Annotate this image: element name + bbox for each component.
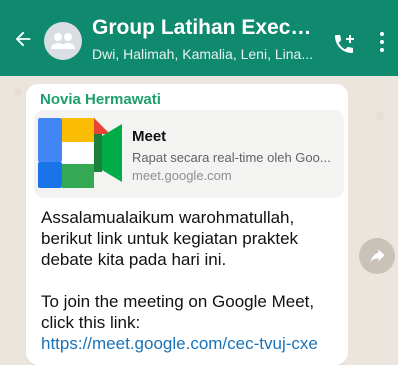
link-preview-card[interactable]: Meet Rapat secara real-time oleh Goo... … <box>34 110 344 198</box>
forward-button[interactable] <box>359 238 395 274</box>
preview-description: Rapat secara real-time oleh Goo... <box>132 150 331 165</box>
message-sender: Novia Hermawati <box>40 91 161 108</box>
group-members[interactable]: Dwi, Halimah, Kamalia, Leni, Lina... <box>92 46 322 62</box>
group-title[interactable]: Group Latihan Executive <box>92 16 322 40</box>
back-arrow-icon[interactable] <box>12 28 34 50</box>
group-avatar-icon[interactable] <box>44 22 82 60</box>
meeting-link[interactable]: https://meet.google.com/cec-tvuj-cxe <box>41 333 346 354</box>
preview-domain: meet.google.com <box>132 168 232 183</box>
message-line: Assalamualaikum warohmatullah, <box>41 208 295 227</box>
message-text: Assalamualaikum warohmatullah, berikut l… <box>41 207 346 354</box>
google-meet-logo <box>38 118 122 188</box>
message-line: To join the meeting on Google Meet, <box>41 292 315 311</box>
message-line: debate kita pada hari ini. <box>41 250 227 269</box>
message-line: berikut link untuk kegiatan praktek <box>41 229 299 248</box>
more-menu-icon[interactable] <box>378 30 386 54</box>
message-line-blank <box>41 270 346 291</box>
forward-icon <box>370 249 385 262</box>
message-line: click this link: <box>41 313 141 332</box>
chat-header: Group Latihan Executive Dwi, Halimah, Ka… <box>0 0 398 76</box>
add-call-icon[interactable] <box>332 32 356 56</box>
preview-title: Meet <box>132 128 167 145</box>
